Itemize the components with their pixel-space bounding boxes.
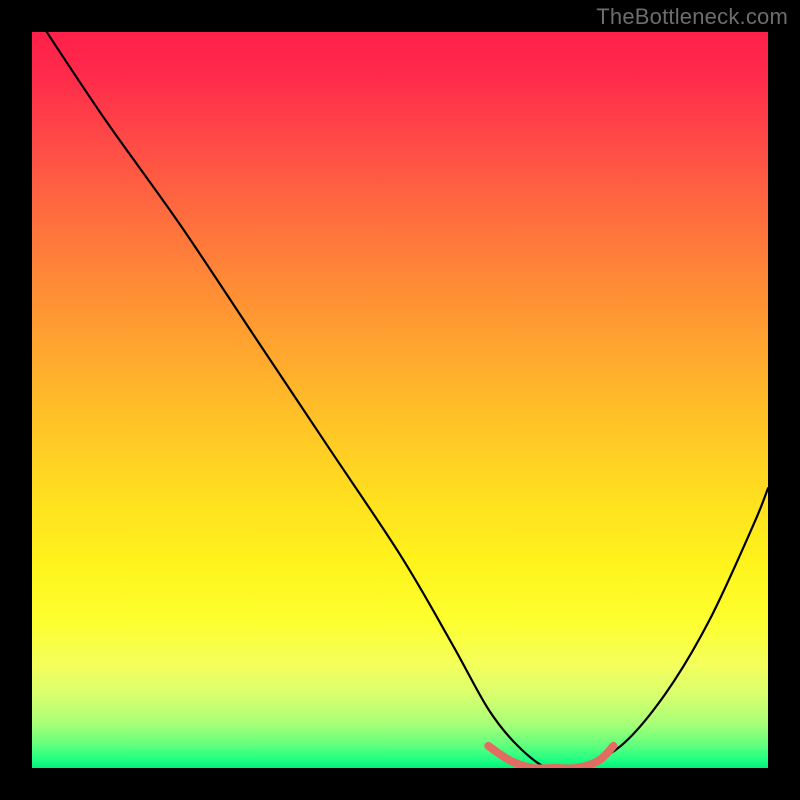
curve-layer <box>32 32 768 768</box>
bottleneck-curve-path <box>47 32 768 768</box>
chart-frame: TheBottleneck.com <box>0 0 800 800</box>
optimal-range-path <box>488 746 613 768</box>
plot-area <box>32 32 768 768</box>
watermark-text: TheBottleneck.com <box>596 4 788 30</box>
